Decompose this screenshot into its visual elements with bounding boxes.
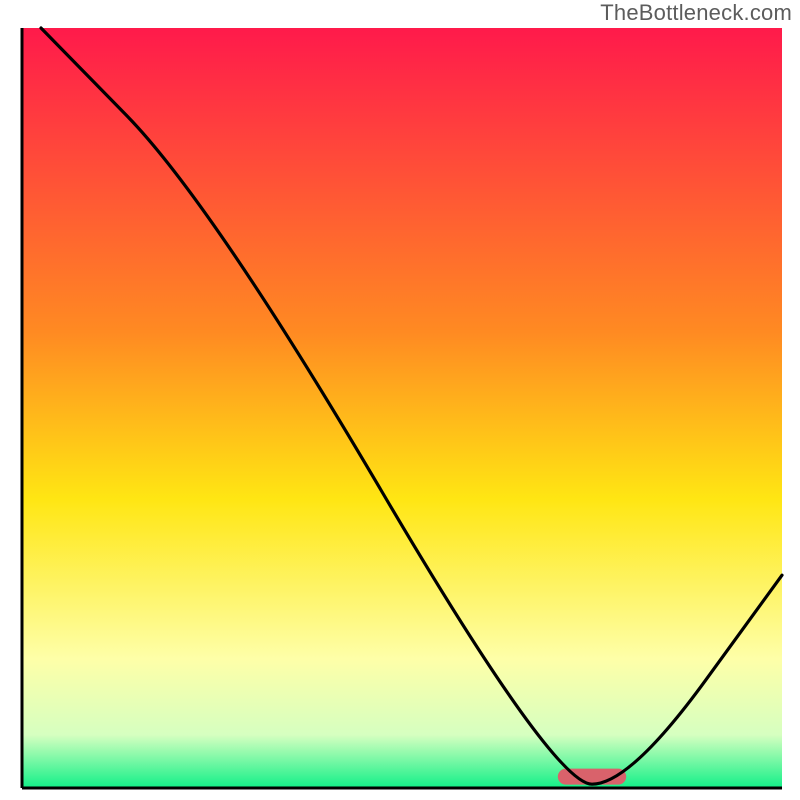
- chart-canvas: TheBottleneck.com: [0, 0, 800, 800]
- chart-svg: [0, 0, 800, 800]
- watermark-text: TheBottleneck.com: [600, 0, 792, 26]
- plot-background: [22, 28, 782, 788]
